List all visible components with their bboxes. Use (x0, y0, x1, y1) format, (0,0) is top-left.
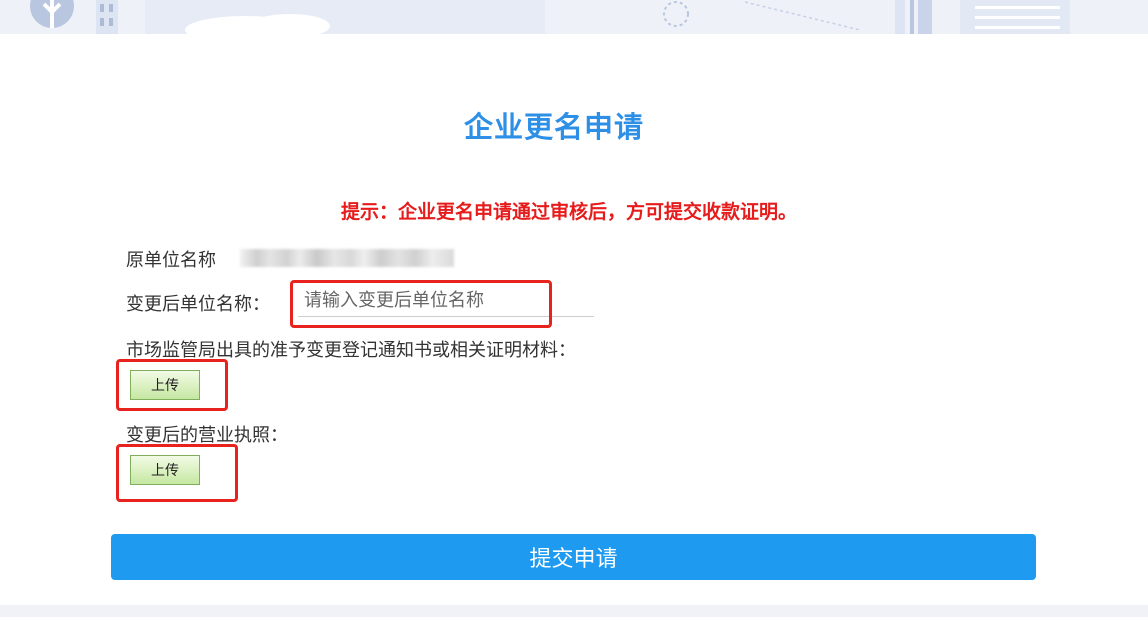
original-name-label: 原单位名称 (126, 250, 216, 271)
approval-notice-upload-button[interactable]: 上传 (130, 370, 200, 400)
review-notice: 提示：企业更名申请通过审核后，方可提交收款证明。 (340, 201, 797, 223)
banner-illustration (0, 0, 1148, 34)
approval-notice-doc-label: 市场监管局出具的准予变更登记通知书或相关证明材料： (126, 340, 576, 361)
new-name-input[interactable] (298, 285, 594, 317)
business-license-upload-button[interactable]: 上传 (130, 455, 200, 485)
new-name-label: 变更后单位名称： (126, 294, 270, 315)
header-banner (0, 0, 1148, 34)
original-name-value-redacted (240, 249, 454, 267)
footer-strip (0, 605, 1148, 617)
submit-application-button[interactable]: 提交申请 (111, 534, 1036, 580)
page-title: 企业更名申请 (463, 110, 644, 144)
page: 企业更名申请 提示：企业更名申请通过审核后，方可提交收款证明。 原单位名称 变更… (0, 0, 1148, 617)
business-license-label: 变更后的营业执照： (126, 425, 288, 446)
